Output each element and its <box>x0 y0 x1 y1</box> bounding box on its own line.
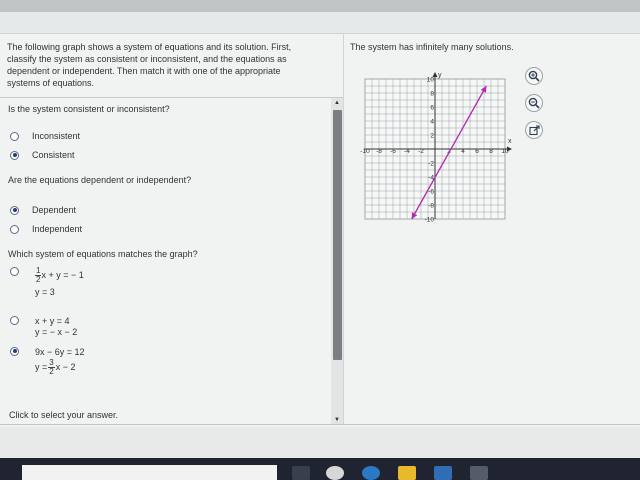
question-dependency: Are the equations dependent or independe… <box>8 175 192 185</box>
question-system-match: Which system of equations matches the gr… <box>8 249 198 259</box>
y-tick-label: -2 <box>428 161 434 168</box>
x-tick-label: -10 <box>360 148 370 155</box>
system-b-equations: x + y = 4 y = − x − 2 <box>35 316 77 338</box>
radio-button[interactable] <box>10 346 19 356</box>
taskbar-search-box[interactable] <box>22 465 277 480</box>
x-tick-label: 4 <box>461 148 465 155</box>
radio-button[interactable] <box>10 150 19 160</box>
y-tick-label: 2 <box>430 133 434 140</box>
panel-divider <box>343 34 344 424</box>
mail-icon[interactable] <box>434 466 452 480</box>
os-taskbar <box>0 458 640 480</box>
prompt-line: dependent or independent. Then match it … <box>7 66 281 76</box>
y-tick-label: 4 <box>430 119 434 126</box>
radio-button[interactable] <box>10 131 19 141</box>
x-tick-label: 10 <box>501 148 509 155</box>
fraction: 3 2 <box>48 359 55 376</box>
equation-text: x + y = − 1 <box>41 270 84 280</box>
option-system-a[interactable] <box>10 264 19 278</box>
option-consistent[interactable]: Consistent <box>10 148 75 162</box>
radio-button[interactable] <box>10 224 19 234</box>
zoom-in-icon <box>528 70 540 82</box>
x-tick-label: -6 <box>390 148 396 155</box>
graph-caption: The system has infinitely many solutions… <box>350 42 514 52</box>
y-tick-label: 10 <box>427 77 435 84</box>
task-view-icon[interactable] <box>292 466 310 480</box>
y-tick-label: -8 <box>428 203 434 210</box>
x-axis-label: x <box>508 138 512 145</box>
equation-line: y = 3 2 x − 2 <box>35 359 85 376</box>
equation-line: 1 2 x + y = − 1 <box>35 267 84 284</box>
y-tick-label: 6 <box>430 105 434 112</box>
option-system-b[interactable] <box>10 313 19 327</box>
option-label: Inconsistent <box>32 131 81 141</box>
equation-line: x + y = 4 <box>35 316 70 326</box>
zoom-out-button[interactable] <box>525 94 543 112</box>
system-c-equations: 9x − 6y = 12 y = 3 2 x − 2 <box>35 347 85 376</box>
answer-scroll-area[interactable]: Is the system consistent or inconsistent… <box>0 97 343 425</box>
zoom-in-button[interactable] <box>525 67 543 85</box>
status-message: Click to select your answer. <box>9 410 119 420</box>
prompt-line: classify the system as consistent or inc… <box>7 54 287 64</box>
option-label: Consistent <box>32 150 75 160</box>
chrome-icon[interactable] <box>326 466 344 480</box>
question-prompt: The following graph shows a system of eq… <box>7 41 329 89</box>
question-panel: The following graph shows a system of eq… <box>0 34 640 458</box>
open-graph-button[interactable] <box>525 121 543 139</box>
x-tick-label: -8 <box>376 148 382 155</box>
option-label: Independent <box>32 224 83 234</box>
scroll-thumb[interactable] <box>333 110 342 360</box>
prompt-line: The following graph shows a system of eq… <box>7 42 292 52</box>
option-label: Dependent <box>32 205 77 215</box>
edge-icon[interactable] <box>362 466 380 480</box>
y-axis-label: y <box>438 72 442 79</box>
answer-scrollbar[interactable]: ▲ ▼ <box>331 98 343 425</box>
equation-line: 9x − 6y = 12 <box>35 347 85 357</box>
option-dependent[interactable]: Dependent <box>10 203 76 217</box>
file-explorer-icon[interactable] <box>398 466 416 480</box>
equation-line: y = − x − 2 <box>35 327 78 337</box>
window-header-strip <box>0 12 640 34</box>
open-external-icon <box>528 124 540 135</box>
browser-top-frame <box>0 0 640 12</box>
graph-tools <box>525 67 543 148</box>
y-tick-label: -6 <box>428 189 434 196</box>
radio-button[interactable] <box>10 266 19 276</box>
footer-band <box>0 427 640 458</box>
option-independent[interactable]: Independent <box>10 222 82 236</box>
fraction-denominator: 2 <box>49 367 54 376</box>
y-tick-label: -10 <box>425 217 435 224</box>
radio-button[interactable] <box>10 205 19 215</box>
x-tick-label: -2 <box>418 148 424 155</box>
store-icon[interactable] <box>470 466 488 480</box>
equation-text: y = <box>35 362 48 372</box>
option-inconsistent[interactable]: Inconsistent <box>10 129 80 143</box>
equation-line: y = 3 <box>35 287 55 297</box>
equation-text: x − 2 <box>55 362 76 372</box>
coordinate-graph: xy-10-8-6-4-2246810108642-2-4-6-8-10 <box>360 72 512 224</box>
zoom-out-icon <box>528 97 540 109</box>
prompt-line: systems of equations. <box>7 78 95 88</box>
x-tick-label: 6 <box>475 148 479 155</box>
question-consistency: Is the system consistent or inconsistent… <box>8 104 170 114</box>
status-divider <box>0 424 640 425</box>
system-a-equations: 1 2 x + y = − 1 y = 3 <box>35 267 84 298</box>
x-tick-label: 8 <box>489 148 493 155</box>
y-tick-label: 8 <box>430 91 434 98</box>
scroll-up-arrow-icon[interactable]: ▲ <box>331 98 343 108</box>
x-tick-label: -4 <box>404 148 410 155</box>
option-system-c[interactable] <box>10 344 19 358</box>
radio-button[interactable] <box>10 315 19 325</box>
